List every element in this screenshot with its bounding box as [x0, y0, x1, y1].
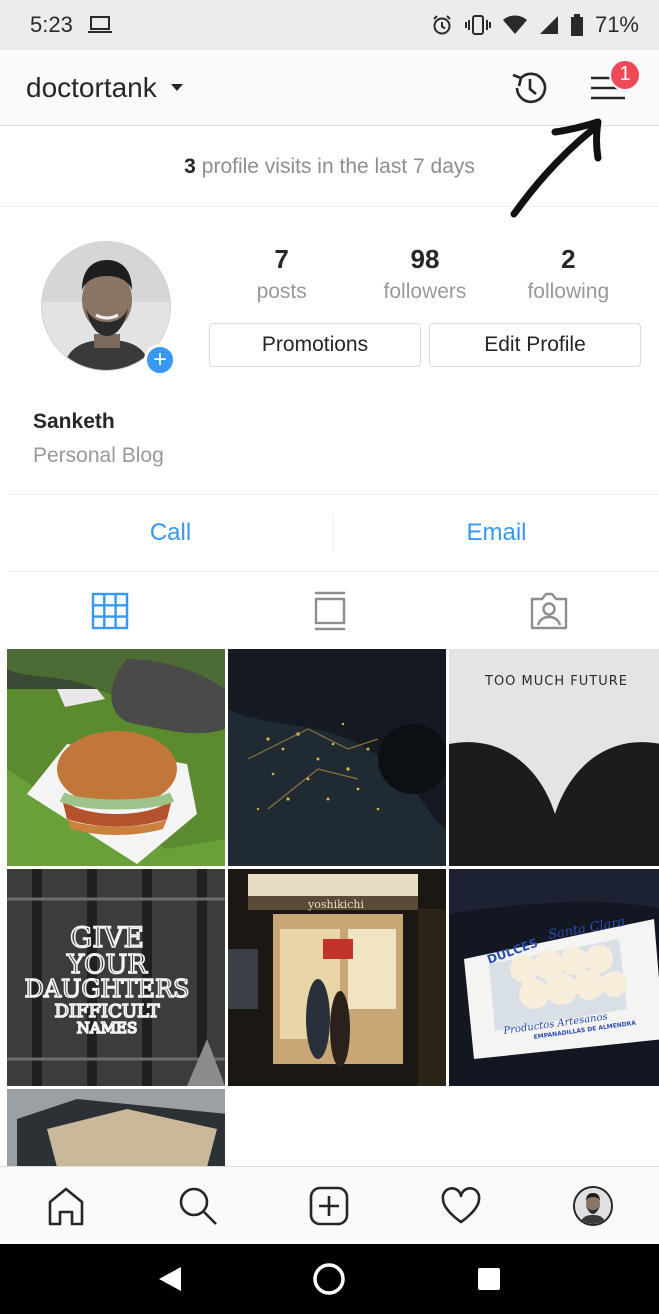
followers-count: 98	[410, 244, 440, 274]
system-recents-button[interactable]	[459, 1249, 519, 1309]
account-switcher[interactable]: doctortank	[26, 72, 183, 104]
neon-line-3: DAUGHTERS	[25, 975, 190, 1003]
edit-profile-button[interactable]: Edit Profile	[429, 323, 641, 367]
too-much-future-text: TOO MUCH FUTURE	[484, 674, 628, 689]
post-thumbnail-city-night[interactable]	[228, 649, 446, 866]
profile-stats: 7 posts 98 followers 2 following	[210, 240, 640, 304]
call-button[interactable]: Call	[8, 519, 333, 547]
nav-new-post-button[interactable]	[299, 1176, 359, 1236]
posts-label: posts	[256, 280, 307, 303]
signal-icon	[539, 15, 559, 35]
tab-feed[interactable]	[220, 573, 440, 648]
bottom-navigation	[0, 1166, 659, 1244]
nav-search-button[interactable]	[168, 1176, 228, 1236]
grid-icon	[91, 592, 129, 629]
email-button[interactable]: Email	[334, 519, 659, 547]
post-thumbnail-neon-sign[interactable]: GIVE YOUR DAUGHTERS DIFFICULT NAMES	[7, 869, 225, 1086]
battery-percent: 71%	[594, 12, 639, 37]
profile-header-bar: doctortank 1	[0, 50, 659, 126]
archive-button[interactable]	[505, 63, 555, 113]
posts-count: 7	[274, 244, 289, 274]
nav-activity-button[interactable]	[431, 1176, 491, 1236]
status-bar: 5:23 71%	[0, 0, 659, 50]
post-thumbnail-dulces-box[interactable]: DULCES Santa Clara Productos Artesanos E…	[449, 869, 659, 1086]
post-thumbnail-burger[interactable]	[7, 649, 225, 866]
profile-action-buttons: Promotions Edit Profile	[209, 323, 641, 367]
tab-grid[interactable]	[0, 573, 220, 648]
post-thumbnail-storefront[interactable]: yoshikichi	[228, 869, 446, 1086]
system-back-button[interactable]	[140, 1249, 200, 1309]
nav-profile-button[interactable]	[563, 1176, 623, 1236]
home-icon	[48, 1187, 84, 1225]
tab-tagged[interactable]	[439, 573, 659, 648]
heart-icon	[441, 1186, 481, 1223]
battery-icon	[570, 14, 583, 36]
profile-bio: Sanketh Personal Blog	[33, 410, 164, 468]
nav-home-button[interactable]	[36, 1176, 96, 1236]
visits-count: 3	[184, 154, 196, 178]
system-home-button[interactable]	[299, 1249, 359, 1309]
post-thumbnail-too-much-future[interactable]: TOO MUCH FUTURE	[449, 649, 659, 866]
profile-avatar-container[interactable]: +	[41, 241, 176, 376]
tagged-icon	[530, 592, 568, 629]
chevron-down-icon	[170, 84, 183, 91]
options-menu-button[interactable]: 1	[583, 58, 641, 113]
back-icon	[158, 1267, 181, 1291]
profile-category: Personal Blog	[33, 444, 164, 467]
home-circle-icon	[313, 1263, 346, 1295]
alarm-icon	[431, 14, 453, 36]
search-icon	[179, 1187, 217, 1225]
followers-label: followers	[383, 280, 467, 303]
recents-icon	[478, 1268, 501, 1290]
contact-options: Call Email	[8, 494, 659, 572]
stat-following[interactable]: 2 following	[497, 240, 640, 304]
post-thumbnail-frame[interactable]	[7, 1089, 225, 1167]
storefront-sign-text: yoshikichi	[307, 898, 365, 911]
status-time: 5:23	[30, 12, 73, 37]
notification-badge: 1	[609, 58, 641, 91]
wifi-icon	[502, 15, 527, 35]
history-icon	[512, 72, 547, 103]
username: doctortank	[26, 71, 157, 103]
feed-icon	[314, 591, 345, 630]
following-label: following	[527, 280, 610, 303]
visits-text: profile visits in the last 7 days	[201, 154, 475, 178]
promotions-button[interactable]: Promotions	[209, 323, 421, 367]
neon-line-5: NAMES	[77, 1019, 138, 1037]
add-post-icon	[310, 1186, 349, 1225]
laptop-icon	[87, 15, 113, 35]
stat-posts[interactable]: 7 posts	[210, 240, 353, 304]
following-count: 2	[561, 244, 576, 274]
vibrate-icon	[464, 14, 491, 36]
profile-visits-banner[interactable]: 3 profile visits in the last 7 days	[0, 127, 659, 207]
profile-avatar-small	[573, 1185, 614, 1226]
add-story-button[interactable]: +	[144, 344, 176, 376]
stat-followers[interactable]: 98 followers	[353, 240, 496, 304]
android-system-nav	[0, 1244, 659, 1314]
profile-name: Sanketh	[33, 410, 115, 433]
profile-view-tabs	[0, 573, 659, 648]
